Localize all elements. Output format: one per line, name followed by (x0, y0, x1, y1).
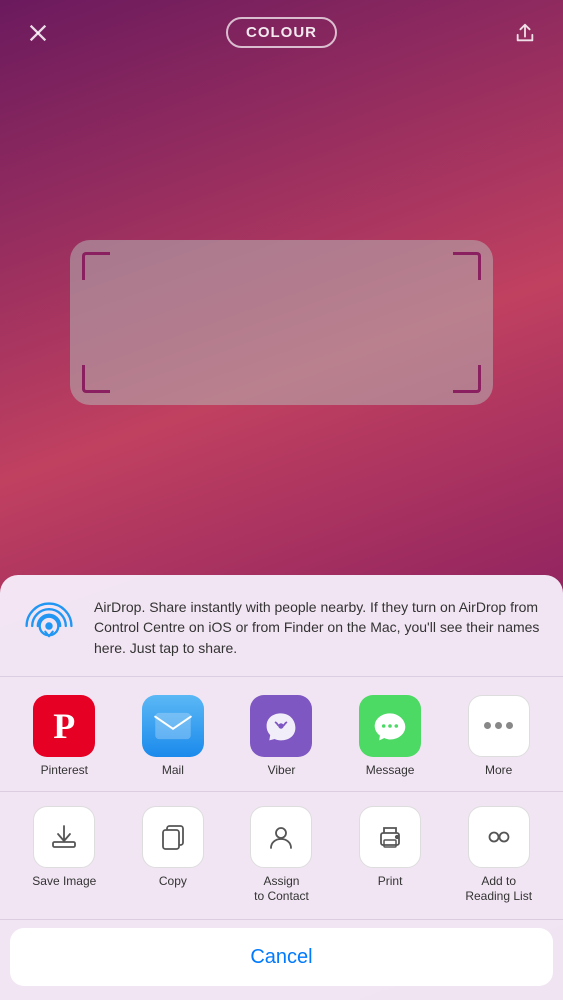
viber-label: Viber (268, 763, 296, 777)
pinterest-label: Pinterest (41, 763, 88, 777)
close-button[interactable] (20, 15, 56, 51)
save-image-label: Save Image (32, 874, 96, 890)
qr-corner-bl (82, 365, 110, 393)
qr-corner-tr (453, 252, 481, 280)
share-button[interactable] (507, 15, 543, 51)
copy-label: Copy (159, 874, 187, 890)
actions-row: Save Image Copy Assignto Contact (0, 792, 563, 920)
action-assign-contact[interactable]: Assignto Contact (241, 806, 321, 905)
more-icon (468, 695, 530, 757)
action-reading-list[interactable]: Add toReading List (459, 806, 539, 905)
save-image-icon (33, 806, 95, 868)
app-mail[interactable]: Mail (133, 695, 213, 777)
message-label: Message (366, 763, 415, 777)
pinterest-icon: P (33, 695, 95, 757)
more-label: More (485, 763, 512, 777)
title-pill: COLOUR (226, 17, 337, 48)
print-label: Print (378, 874, 403, 890)
reading-list-icon (468, 806, 530, 868)
assign-contact-label: Assignto Contact (254, 874, 309, 905)
viber-icon (250, 695, 312, 757)
print-icon (359, 806, 421, 868)
airdrop-icon (20, 597, 78, 655)
qr-card (70, 240, 493, 405)
mail-label: Mail (162, 763, 184, 777)
top-bar: COLOUR (0, 0, 563, 65)
apps-row: P Pinterest Mail Viber (0, 677, 563, 792)
message-icon (359, 695, 421, 757)
app-viber[interactable]: Viber (241, 695, 321, 777)
app-pinterest[interactable]: P Pinterest (24, 695, 104, 777)
action-print[interactable]: Print (350, 806, 430, 890)
title-text: COLOUR (246, 24, 317, 41)
action-copy[interactable]: Copy (133, 806, 213, 890)
action-save-image[interactable]: Save Image (24, 806, 104, 890)
cancel-section[interactable]: Cancel (10, 928, 553, 986)
assign-contact-icon (250, 806, 312, 868)
copy-icon (142, 806, 204, 868)
airdrop-description: AirDrop. Share instantly with people nea… (94, 597, 543, 658)
share-sheet: AirDrop. Share instantly with people nea… (0, 575, 563, 1000)
app-more[interactable]: More (459, 695, 539, 777)
qr-corner-br (453, 365, 481, 393)
cancel-label: Cancel (250, 946, 312, 969)
reading-list-label: Add toReading List (465, 874, 532, 905)
airdrop-section: AirDrop. Share instantly with people nea… (0, 575, 563, 677)
app-message[interactable]: Message (350, 695, 430, 777)
qr-corner-tl (82, 252, 110, 280)
mail-icon (142, 695, 204, 757)
airdrop-text-content: AirDrop. Share instantly with people nea… (94, 599, 539, 656)
